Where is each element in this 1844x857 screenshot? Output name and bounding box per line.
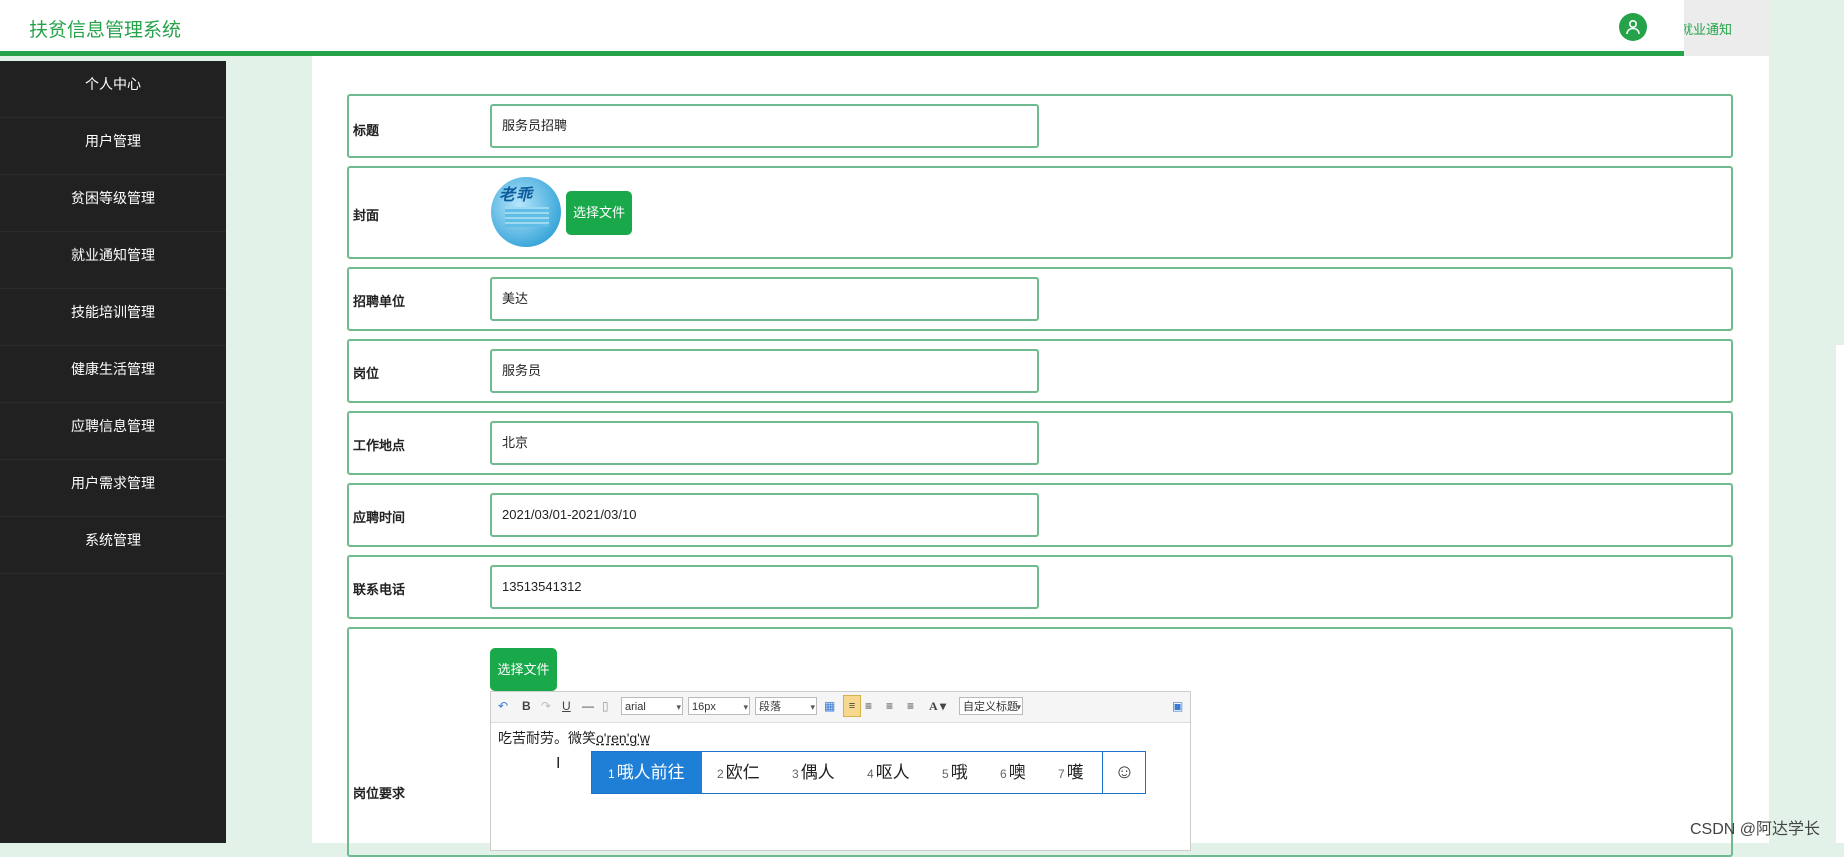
ime-candidate[interactable]: 1 哦人前往	[592, 752, 702, 793]
ime-composition-text: o'ren'g'w	[596, 730, 650, 746]
form-row-company: 招聘单位 美达	[347, 267, 1733, 331]
sidebar: 个人中心 用户管理 贫困等级管理 就业通知管理 技能培训管理 健康生活管理 应聘…	[0, 61, 226, 843]
underline-icon[interactable]: U	[562, 699, 571, 713]
period-label: 应聘时间	[353, 510, 406, 525]
position-label: 岗位	[353, 366, 380, 381]
ime-candidate[interactable]: 7嚄	[1058, 752, 1084, 793]
position-input[interactable]: 服务员	[490, 349, 1039, 393]
ime-candidate[interactable]: 6噢	[1000, 752, 1026, 793]
editor-content[interactable]: 吃苦耐劳。微笑o'ren'g'w	[498, 728, 650, 748]
align-justify-icon[interactable]: ≡	[907, 699, 914, 713]
title-input[interactable]: 服务员招聘	[490, 104, 1039, 148]
period-input[interactable]: 2021/03/01-2021/03/10	[490, 493, 1039, 537]
ime-candidate[interactable]: 2 欧仁	[717, 752, 760, 793]
app-title: 扶贫信息管理系统	[29, 20, 182, 41]
scrollbar[interactable]	[1836, 345, 1844, 843]
text-cursor-icon: I	[556, 755, 561, 772]
align-left-icon[interactable]: ≡	[843, 695, 861, 717]
location-input[interactable]: 北京	[490, 421, 1039, 465]
paragraph-select[interactable]: 段落	[755, 697, 817, 716]
user-icon[interactable]	[1619, 13, 1647, 41]
tab-active[interactable]: 就业通知	[1684, 0, 1769, 56]
font-color-icon[interactable]: A ▾	[929, 699, 946, 714]
watermark: CSDN @阿达学长	[1690, 821, 1821, 838]
form-row-cover: 封面 老乖 选择文件	[347, 166, 1733, 259]
form-row-location: 工作地点 北京	[347, 411, 1733, 475]
company-label: 招聘单位	[353, 294, 406, 309]
form-row-period: 应聘时间 2021/03/01-2021/03/10	[347, 483, 1733, 547]
paste-icon[interactable]: ▯	[602, 699, 609, 713]
sidebar-item-employment-notice[interactable]: 就业通知管理	[0, 232, 226, 289]
emoji-icon[interactable]: ☺	[1102, 752, 1146, 793]
align-right-icon[interactable]: ≡	[865, 699, 872, 713]
cover-image: 老乖	[491, 177, 561, 247]
ime-candidate[interactable]: 3 偶人	[792, 752, 835, 793]
ime-candidate[interactable]: 5哦	[942, 752, 968, 793]
top-header: 扶贫信息管理系统	[0, 0, 1684, 56]
sidebar-item-system[interactable]: 系统管理	[0, 517, 226, 574]
custom-heading-select[interactable]: 自定义标题	[959, 697, 1023, 716]
requirements-choose-file-button[interactable]: 选择文件	[490, 648, 557, 691]
location-label: 工作地点	[353, 438, 406, 453]
right-background	[1769, 56, 1844, 843]
requirements-label: 岗位要求	[353, 786, 406, 801]
company-input[interactable]: 美达	[490, 277, 1039, 321]
fullscreen-icon[interactable]: ▣	[1172, 699, 1183, 713]
editor-toolbar: ↶ B ↷ U — ▯ arial 16px 段落 ▦ ≡ ≡ ≡ ≡ A ▾ …	[491, 692, 1190, 723]
align-center-icon[interactable]: ≡	[886, 699, 893, 713]
title-label: 标题	[353, 123, 380, 138]
font-size-select[interactable]: 16px	[688, 697, 750, 716]
tab-label: 就业通知	[1684, 22, 1733, 37]
cover-label: 封面	[353, 208, 380, 223]
sidebar-item-user-management[interactable]: 用户管理	[0, 118, 226, 175]
ime-candidate-window: 1 哦人前往 2 欧仁 3 偶人 4 呕人 5哦 6噢 7嚄 ☺	[591, 751, 1146, 794]
font-family-select[interactable]: arial	[621, 697, 683, 716]
sidebar-item-poverty-level[interactable]: 贫困等级管理	[0, 175, 226, 232]
editor-text: 吃苦耐劳。微笑	[498, 730, 596, 746]
sidebar-item-applications[interactable]: 应聘信息管理	[0, 403, 226, 460]
sidebar-item-personal-center[interactable]: 个人中心	[0, 61, 226, 118]
form-row-phone: 联系电话 13513541312	[347, 555, 1733, 619]
cover-choose-file-button[interactable]: 选择文件	[566, 191, 632, 235]
bold-icon[interactable]: B	[522, 699, 531, 713]
phone-input[interactable]: 13513541312	[490, 565, 1039, 609]
sidebar-item-skill-training[interactable]: 技能培训管理	[0, 289, 226, 346]
form-row-title: 标题 服务员招聘	[347, 94, 1733, 158]
redo-icon[interactable]: ↷	[541, 699, 551, 713]
horizontal-rule-icon[interactable]: —	[582, 699, 594, 713]
sidebar-item-user-needs[interactable]: 用户需求管理	[0, 460, 226, 517]
form-row-requirements: 岗位要求 选择文件 ↶ B ↷ U — ▯ arial 16px 段落 ▦ ≡ …	[347, 627, 1733, 857]
undo-icon[interactable]: ↶	[498, 699, 508, 713]
sidebar-item-healthy-living[interactable]: 健康生活管理	[0, 346, 226, 403]
phone-label: 联系电话	[353, 582, 406, 597]
table-icon[interactable]: ▦	[824, 699, 835, 713]
ime-candidate[interactable]: 4 呕人	[867, 752, 910, 793]
form-row-position: 岗位 服务员	[347, 339, 1733, 403]
